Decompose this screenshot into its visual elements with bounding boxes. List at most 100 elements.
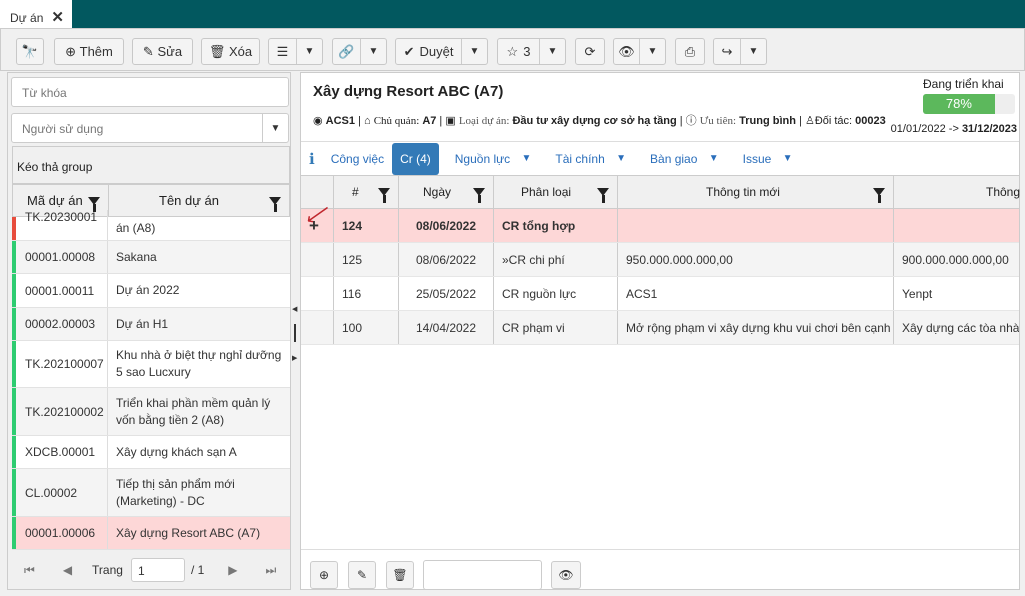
refresh-icon: ⟳ — [584, 43, 596, 59]
caret-down-icon[interactable]: ▼ — [360, 39, 386, 64]
table-row[interactable]: 100 14/04/2022 CR phạm vi Mở rộng phạm v… — [301, 311, 1019, 345]
close-icon[interactable]: ✕ — [51, 9, 64, 26]
binoculars-icon: 🔭 — [21, 43, 39, 59]
table-row[interactable]: 116 25/05/2022 CR nguồn lực ACS1 Yenpt — [301, 277, 1019, 311]
collapse-left-icon[interactable]: ◀ — [292, 305, 297, 313]
progress-bar: 78% — [923, 94, 1015, 114]
next-page-icon[interactable]: ▶ — [228, 563, 237, 577]
list-item[interactable]: TK.202100007 Khu nhà ở biệt thự nghỉ dưỡn… — [12, 341, 290, 388]
first-page-icon[interactable]: ⏮ — [24, 563, 35, 578]
group-drop-zone[interactable]: Kéo thả group — [12, 146, 290, 184]
table-row[interactable]: 125 08/06/2022 »CR chi phí 950.000.000.0… — [301, 243, 1019, 277]
cell-new: ACS1 — [618, 277, 894, 310]
user-placeholder: Người sử dụng — [22, 122, 104, 136]
col-label: Phân loại — [521, 185, 572, 199]
col-new-header[interactable]: Thông tin mới — [618, 176, 894, 208]
prev-page-icon[interactable]: ◀ — [63, 563, 72, 577]
filter-icon[interactable] — [873, 188, 885, 203]
page-input[interactable]: 1 — [130, 558, 185, 582]
tab-label: Tài chính — [555, 151, 605, 166]
type: Đầu tư xây dựng cơ sở hạ tầng — [512, 115, 677, 127]
list-item[interactable]: 00002.00003 Dự án H1 — [12, 308, 290, 341]
col-name-header[interactable]: Tên dự án — [109, 185, 289, 216]
caret-down-icon[interactable]: ▼ — [639, 39, 665, 64]
view-row-button[interactable]: 👁 — [551, 561, 581, 589]
filter-icon[interactable] — [269, 196, 281, 212]
expand-right-icon[interactable]: ▶ — [292, 354, 297, 362]
caret-down-icon: ▼ — [521, 153, 532, 164]
col-id-header[interactable]: # — [334, 176, 399, 208]
approve-label: Duyệt — [419, 44, 454, 59]
col-label: Thông — [986, 185, 1021, 199]
pencil-icon: ✎ — [142, 43, 154, 59]
delete-row-button[interactable]: 🗑 — [386, 561, 414, 589]
tab-label: Issue — [742, 151, 772, 166]
table-row[interactable]: + 124 08/06/2022 CR tổng hợp — [301, 209, 1019, 243]
view-button[interactable]: 👁 ▼ — [613, 38, 666, 65]
approve-button[interactable]: ✔ Duyệt ▼ — [395, 38, 488, 65]
delete-button[interactable]: 🗑 Xóa — [201, 38, 260, 65]
star-button[interactable]: ☆ 3 ▼ — [497, 38, 566, 65]
date-sep: -> — [945, 123, 962, 135]
tab-du-an[interactable]: Dự án ✕ — [0, 0, 72, 28]
list-item[interactable]: 00001.00006 Xây dựng Resort ABC (A7) — [12, 517, 290, 550]
tab-bar — [0, 0, 1025, 28]
col-old-header[interactable]: Thông — [894, 176, 1024, 208]
project-title: Xây dựng Resort ABC (A7) — [313, 83, 504, 100]
info-icon[interactable]: ℹ — [301, 143, 323, 175]
tab-ban-giao[interactable]: Bàn giao ▼ — [634, 143, 727, 175]
list-item[interactable]: XDCB.00001 Xây dựng khách sạn A — [12, 436, 290, 469]
caret-down-icon[interactable]: ▼ — [539, 39, 565, 64]
caret-down-icon[interactable]: ▼ — [740, 39, 766, 64]
add-button[interactable]: ⊕ Thêm — [54, 38, 124, 65]
keyword-input[interactable]: Từ khóa — [11, 77, 289, 107]
edit-button[interactable]: ✎ Sửa — [132, 38, 193, 65]
last-page-icon[interactable]: ⏭ — [266, 563, 277, 578]
project-code: XDCB.00001 — [16, 436, 108, 468]
list-item[interactable]: 00001.00008 Sakana — [12, 241, 290, 274]
partner-label: Đối tác: — [814, 115, 853, 127]
splitter-handle[interactable] — [294, 324, 296, 342]
filter-icon[interactable] — [473, 188, 485, 203]
caret-down-icon[interactable]: ▼ — [296, 39, 322, 64]
add-row-button[interactable]: ⊕ — [310, 561, 338, 589]
tab-tai-chinh[interactable]: Tài chính ▼ — [539, 143, 634, 175]
link-button[interactable]: 🔗 ▼ — [332, 38, 387, 65]
menu-button[interactable]: ☰ ▼ — [268, 38, 323, 65]
list-item[interactable]: TK.20230001 án (A8) — [12, 210, 290, 241]
project-name: Xây dựng Resort ABC (A7) — [116, 525, 261, 540]
filter-icon[interactable] — [88, 196, 100, 212]
col-type-header[interactable]: Phân loại — [494, 176, 618, 208]
check-circle-icon: ✔ — [403, 43, 415, 59]
share-button[interactable]: ↪ ▼ — [713, 38, 767, 65]
caret-down-icon[interactable]: ▼ — [262, 114, 288, 142]
edit-row-button[interactable]: ✎ — [348, 561, 376, 589]
priority-label: Ưu tiên: — [699, 115, 737, 127]
tab-issue[interactable]: Issue ▼ — [727, 143, 801, 175]
col-label: Thông tin mới — [706, 185, 780, 199]
print-button[interactable]: ⎙ — [675, 38, 705, 65]
project-status: Đang triển khai — [923, 77, 1004, 91]
search-button[interactable]: 🔭 — [16, 38, 44, 65]
user-select[interactable]: Người sử dụng ▼ — [11, 113, 289, 143]
list-icon: ☰ — [276, 43, 289, 59]
filter-icon[interactable] — [597, 188, 609, 203]
refresh-button[interactable]: ⟳ — [575, 38, 605, 65]
list-item[interactable]: TK.202100002 Triển khai phần mềm quản lý … — [12, 388, 290, 436]
tab-nguon-luc[interactable]: Nguồn lực ▼ — [439, 143, 540, 175]
cell-date: 25/05/2022 — [399, 277, 494, 310]
tab-cong-viec[interactable]: Công việc — [323, 143, 392, 175]
col-date-header[interactable]: Ngày — [399, 176, 494, 208]
add-label: Thêm — [79, 44, 113, 59]
project-code: TK.202100007 — [16, 341, 108, 387]
pencil-icon: ✎ — [356, 568, 368, 582]
grid-search-input[interactable] — [423, 560, 542, 590]
filter-icon[interactable] — [378, 188, 390, 203]
page-total: / 1 — [190, 563, 205, 577]
list-item[interactable]: 00001.00011 Dự án 2022 — [12, 274, 290, 308]
cell-new: Mở rộng phạm vi xây dựng khu vui chơi bê… — [618, 311, 894, 344]
project-list-panel: Từ khóa Người sử dụng ▼ Kéo thả group Mã … — [7, 72, 291, 590]
caret-down-icon[interactable]: ▼ — [461, 39, 487, 64]
tab-cr[interactable]: Cr (4) — [392, 142, 439, 175]
list-item[interactable]: CL.00002 Tiếp thị sản phẩm mới (Marketing… — [12, 469, 290, 517]
